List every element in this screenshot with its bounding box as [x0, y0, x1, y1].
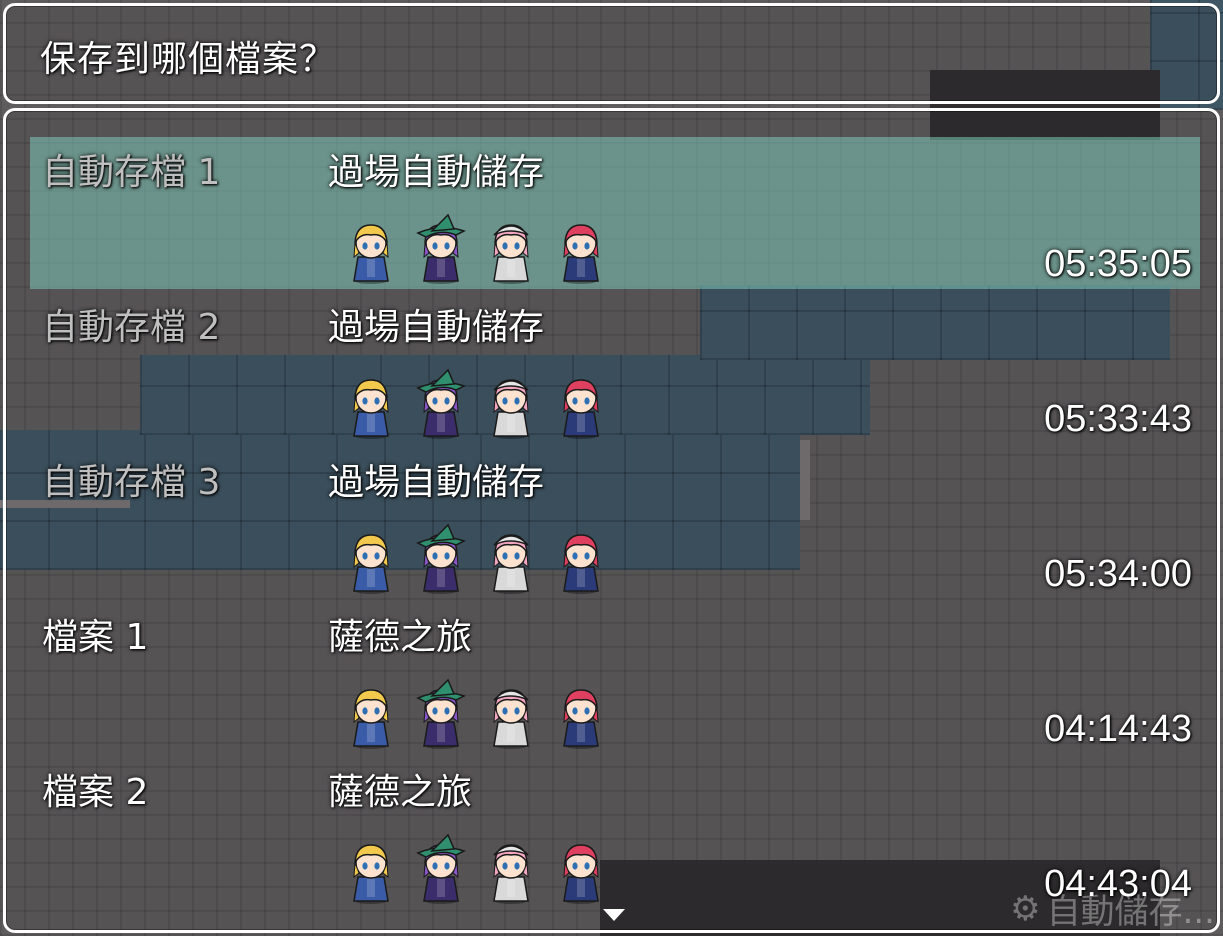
savefile-slot[interactable]: 檔案 1 薩德之旅 04:14:43 [30, 602, 1200, 754]
party-member-blonde-blue-mage-icon [353, 379, 389, 439]
savefile-slot-label: 自動存檔 3 [42, 462, 221, 503]
savefile-slot[interactable]: 自動存檔 3 過場自動儲存 05:34:00 [30, 447, 1200, 599]
savefile-title: 過場自動儲存 [328, 152, 545, 193]
autosave-indicator: ⚙ 自動儲存... [1010, 884, 1215, 933]
playtime: 05:35:05 [1044, 243, 1192, 285]
party-member-witch-green-hat-icon [416, 368, 466, 439]
party-member-blonde-blue-mage-icon [353, 689, 389, 749]
savefile-slot[interactable]: 自動存檔 1 過場自動儲存 05:35:05 [30, 137, 1200, 289]
party-member-pink-hair-priestess-icon [493, 224, 529, 284]
party-member-pink-hair-priestess-icon [493, 844, 529, 904]
party-member-red-hair-fighter-icon [563, 689, 599, 749]
party-member-red-hair-fighter-icon [563, 534, 599, 594]
party-member-witch-green-hat-icon [416, 213, 466, 284]
gear-icon: ⚙ [1010, 888, 1041, 929]
savefile-slot-label: 檔案 2 [42, 772, 149, 813]
autosave-indicator-text: 自動儲存... [1046, 892, 1215, 932]
playtime: 05:34:00 [1044, 553, 1192, 595]
party-member-blonde-blue-mage-icon [353, 534, 389, 594]
savefile-title: 薩德之旅 [328, 772, 473, 813]
savefile-list-window: 自動存檔 1 過場自動儲存 05:35:05 自動存檔 2 過場自動儲存 05:33:43… [3, 108, 1220, 933]
party-member-red-hair-fighter-icon [563, 844, 599, 904]
savefile-title: 過場自動儲存 [328, 307, 545, 348]
party-member-red-hair-fighter-icon [563, 379, 599, 439]
savefile-slot-label: 檔案 1 [42, 617, 149, 658]
help-text: 保存到哪個檔案？ [40, 39, 337, 80]
savefile-slot[interactable]: 自動存檔 2 過場自動儲存 05:33:43 [30, 292, 1200, 444]
scroll-down-arrow-icon[interactable] [603, 909, 625, 921]
party-member-red-hair-fighter-icon [563, 224, 599, 284]
savefile-title: 過場自動儲存 [328, 462, 545, 503]
party-member-blonde-blue-mage-icon [353, 844, 389, 904]
party-member-blonde-blue-mage-icon [353, 224, 389, 284]
savefile-title: 薩德之旅 [328, 617, 473, 658]
party-member-witch-green-hat-icon [416, 523, 466, 594]
playtime: 04:14:43 [1044, 708, 1192, 750]
party-member-witch-green-hat-icon [416, 678, 466, 749]
party-member-pink-hair-priestess-icon [493, 689, 529, 749]
playtime: 05:33:43 [1044, 398, 1192, 440]
savefile-slot-label: 自動存檔 1 [42, 152, 221, 193]
help-window: 保存到哪個檔案？ [3, 3, 1220, 104]
party-member-pink-hair-priestess-icon [493, 534, 529, 594]
savefile-slot-label: 自動存檔 2 [42, 307, 221, 348]
party-member-pink-hair-priestess-icon [493, 379, 529, 439]
party-member-witch-green-hat-icon [416, 833, 466, 904]
